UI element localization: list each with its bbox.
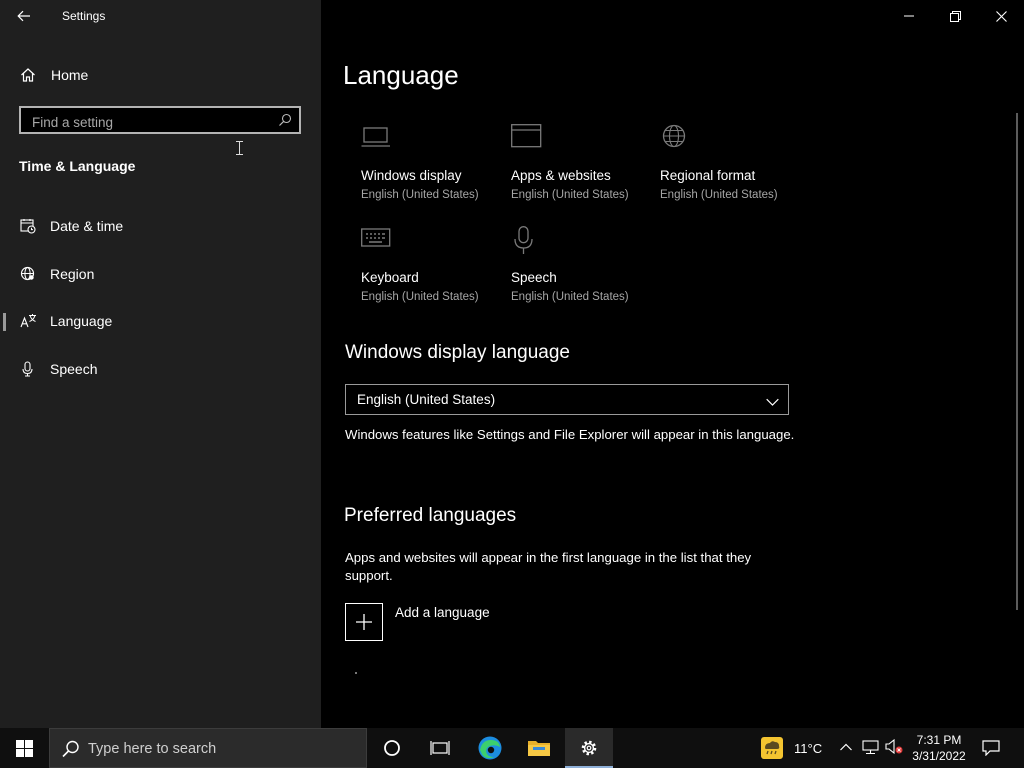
tile-name: Apps & websites (511, 168, 611, 183)
text-cursor (236, 141, 243, 155)
microphone-icon (20, 361, 50, 377)
settings-window: Home Time & Language Date & time Region (0, 0, 1024, 728)
tile-subtitle: English (United States) (511, 291, 629, 303)
page-title: Language (343, 60, 459, 90)
edge-icon (478, 736, 502, 760)
network-icon (862, 740, 879, 755)
tile-subtitle: English (United States) (361, 291, 479, 303)
laptop-icon (361, 124, 393, 155)
window-title: Settings (62, 9, 106, 23)
notifications-button[interactable] (968, 728, 1014, 768)
clock-time: 7:31 PM (916, 733, 962, 747)
find-setting-search-box[interactable] (19, 106, 301, 134)
search-icon (62, 740, 80, 763)
chevron-up-icon (840, 743, 852, 751)
home-label: Home (51, 67, 89, 83)
tile-name: Keyboard (361, 270, 419, 285)
sidebar: Home Time & Language Date & time Region (0, 0, 321, 728)
file-explorer-button[interactable] (515, 728, 563, 768)
taskbar: Type here to search 11°C 7:31 PM 3/31/20… (0, 728, 1024, 768)
plus-icon (345, 603, 383, 641)
taskbar-search-placeholder: Type here to search (88, 741, 217, 757)
tile-name: Windows display (361, 168, 462, 183)
sidebar-item-label: Language (50, 313, 113, 329)
display-language-description: Windows features like Settings and File … (345, 427, 795, 442)
sidebar-item-language[interactable]: Language (0, 301, 321, 341)
tile-subtitle: English (United States) (660, 189, 778, 201)
tile-name: Speech (511, 270, 557, 285)
start-button[interactable] (0, 728, 48, 768)
selection-indicator (3, 313, 6, 331)
tile-windows-display[interactable]: Windows display English (United States) (361, 124, 501, 214)
app-window-icon (511, 124, 543, 155)
tile-name: Regional format (660, 168, 756, 183)
sidebar-item-label: Region (50, 266, 95, 282)
sidebar-item-date-time[interactable]: Date & time (0, 206, 321, 246)
network-button[interactable] (862, 738, 880, 761)
add-language-label: Add a language (395, 605, 490, 620)
calendar-clock-icon (20, 218, 50, 234)
weather-temperature[interactable]: 11°C (794, 741, 822, 756)
sidebar-item-label: Speech (50, 361, 98, 377)
clock[interactable]: 7:31 PM 3/31/2022 (908, 732, 970, 764)
loading-indicator (355, 672, 357, 674)
tile-regional-format[interactable]: Regional format English (United States) (660, 124, 800, 214)
display-language-dropdown[interactable]: English (United States) (345, 384, 789, 415)
sidebar-item-region[interactable]: Region (0, 254, 321, 294)
windows-logo-icon (15, 739, 33, 757)
taskbar-search-box[interactable]: Type here to search (49, 728, 367, 768)
regional-globe-icon (660, 124, 692, 155)
search-input[interactable] (30, 112, 274, 132)
folder-icon (528, 741, 550, 756)
tile-speech[interactable]: Speech English (United States) (511, 226, 651, 316)
microphone-icon (511, 226, 543, 261)
sidebar-item-home[interactable]: Home (20, 63, 88, 87)
sidebar-item-speech[interactable]: Speech (0, 349, 321, 389)
preferred-languages-description: Apps and websites will appear in the fir… (345, 550, 752, 583)
sidebar-item-label: Date & time (50, 218, 124, 234)
speaker-muted-icon (885, 738, 903, 755)
cortana-button[interactable] (368, 728, 416, 768)
preferred-languages-heading: Preferred languages (344, 505, 517, 526)
task-view-button[interactable] (416, 728, 464, 768)
clock-date: 3/31/2022 (912, 749, 966, 763)
keyboard-icon (361, 226, 393, 257)
globe-icon (20, 266, 50, 282)
add-language-button[interactable]: Add a language (345, 603, 490, 641)
tile-subtitle: English (United States) (361, 189, 479, 201)
show-hidden-icons-button[interactable] (839, 738, 853, 761)
volume-button[interactable] (884, 738, 904, 761)
dropdown-value: English (United States) (357, 392, 496, 407)
weather-rain-icon (761, 737, 783, 759)
language-icon (20, 313, 50, 329)
main-content: Language Windows display English (United… (321, 0, 1024, 728)
home-icon (20, 67, 38, 83)
settings-taskbar-button[interactable] (565, 728, 613, 768)
task-view-icon (430, 741, 450, 755)
chevron-down-icon (766, 394, 779, 412)
edge-button[interactable] (466, 728, 514, 768)
tile-keyboard[interactable]: Keyboard English (United States) (361, 226, 501, 316)
back-button[interactable] (8, 4, 40, 28)
gear-icon (581, 740, 597, 756)
scrollbar[interactable] (1016, 113, 1018, 610)
display-language-heading: Windows display language (345, 342, 570, 363)
weather-button[interactable] (752, 728, 792, 768)
cortana-circle-icon (384, 740, 400, 756)
section-title: Time & Language (19, 158, 136, 174)
tile-subtitle: English (United States) (511, 189, 629, 201)
tile-apps-websites[interactable]: Apps & websites English (United States) (511, 124, 651, 214)
back-arrow-icon (17, 10, 30, 22)
notification-icon (982, 740, 1000, 756)
search-icon[interactable] (278, 113, 292, 132)
